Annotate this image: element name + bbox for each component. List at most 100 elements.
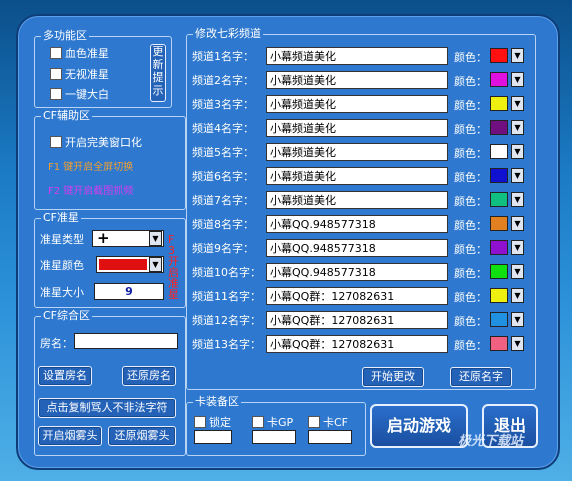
checkbox-box[interactable] <box>50 136 62 148</box>
channel-color-swatch[interactable] <box>490 72 508 87</box>
checkbox-box[interactable] <box>194 416 206 428</box>
channel-color-swatch[interactable] <box>490 96 508 111</box>
checkbox-label: 无视准星 <box>65 68 109 81</box>
channel-name-input[interactable]: 小幕频道美化 <box>266 47 448 65</box>
ignore-crosshair-checkbox[interactable]: 无视准星 <box>50 66 109 82</box>
crosshair-color-label: 准星颜色 <box>40 259 84 272</box>
room-name-input[interactable] <box>74 333 178 349</box>
channel-color-swatch[interactable] <box>490 240 508 255</box>
crosshair-color-swatch <box>99 259 147 270</box>
channel-color-label: 颜色： <box>454 171 487 184</box>
channel-color-swatch[interactable] <box>490 48 508 63</box>
chevron-down-icon[interactable]: ▼ <box>511 192 524 207</box>
chevron-down-icon[interactable]: ▼ <box>511 240 524 255</box>
crosshair-size-value: 9 <box>125 285 133 298</box>
checkbox-label: 一键大白 <box>65 88 109 101</box>
channel-color-label: 颜色： <box>454 339 487 352</box>
channel-name-input[interactable]: 小幕频道美化 <box>266 143 448 161</box>
one-key-white-checkbox[interactable]: 一键大白 <box>50 86 109 102</box>
channel-name-input[interactable]: 小幕频道美化 <box>266 167 448 185</box>
channel-row: 频道7名字： 小幕频道美化 <box>192 190 448 210</box>
channel-row: 频道9名字： 小幕QQ.948577318 <box>192 238 448 258</box>
chevron-down-icon[interactable]: ▼ <box>511 96 524 111</box>
checkbox-box[interactable] <box>50 88 62 100</box>
channel-name-input[interactable]: 小幕QQ.948577318 <box>266 215 448 233</box>
chevron-down-icon[interactable]: ▼ <box>511 48 524 63</box>
fog-off-button[interactable]: 还原烟雾头 <box>108 426 176 446</box>
f3-crosshair-hint: F3开启准星 <box>168 233 179 301</box>
channel-color-label: 颜色： <box>454 51 487 64</box>
channel-color-label: 颜色： <box>454 147 487 160</box>
start-change-button[interactable]: 开始更改 <box>362 367 424 387</box>
channel-color-swatch[interactable] <box>490 144 508 159</box>
channel-row: 频道3名字： 小幕频道美化 <box>192 94 448 114</box>
update-prompt-button[interactable]: 更新提示 <box>150 44 166 102</box>
channel-name-input[interactable]: 小幕QQ群：127082631 <box>266 335 448 353</box>
chevron-down-icon[interactable]: ▼ <box>511 144 524 159</box>
channel-color-swatch[interactable] <box>490 264 508 279</box>
chevron-down-icon[interactable]: ▼ <box>511 264 524 279</box>
chevron-down-icon[interactable]: ▼ <box>511 336 524 351</box>
chevron-down-icon[interactable]: ▼ <box>149 257 162 272</box>
checkbox-label: 血色准星 <box>65 47 109 60</box>
channel-color-swatch[interactable] <box>490 336 508 351</box>
channel-name-input[interactable]: 小幕QQ.948577318 <box>266 239 448 257</box>
channel-color-swatch[interactable] <box>490 168 508 183</box>
copy-chars-button[interactable]: 点击复制骂人不非法字符 <box>38 398 176 418</box>
set-room-button[interactable]: 设置房名 <box>38 366 92 386</box>
bloody-crosshair-checkbox[interactable]: 血色准星 <box>50 45 109 61</box>
channel-color-swatch[interactable] <box>490 192 508 207</box>
restore-room-button[interactable]: 还原房名 <box>122 366 176 386</box>
channel-row: 频道1名字： 小幕频道美化 <box>192 46 448 66</box>
channel-name-label: 频道6名字： <box>192 170 254 183</box>
chevron-down-icon[interactable]: ▼ <box>149 231 162 246</box>
restore-names-button[interactable]: 还原名字 <box>450 367 512 387</box>
fog-on-button[interactable]: 开启烟雾头 <box>38 426 102 446</box>
f1-hint: F1 键开启全屏切换 <box>48 162 134 173</box>
channel-name-label: 频道4名字： <box>192 122 254 135</box>
equip-title: 卡装备区 <box>193 395 241 409</box>
channel-name-label: 频道10名字： <box>192 266 261 279</box>
perfect-window-checkbox[interactable]: 开启完美窗口化 <box>50 134 142 150</box>
card-cf-checkbox[interactable]: 卡CF <box>308 414 348 430</box>
multi-function-title: 多功能区 <box>41 29 89 43</box>
checkbox-box[interactable] <box>252 416 264 428</box>
chevron-down-icon[interactable]: ▼ <box>511 216 524 231</box>
channel-name-input[interactable]: 小幕频道美化 <box>266 191 448 209</box>
channel-color-swatch[interactable] <box>490 312 508 327</box>
channel-color-swatch[interactable] <box>490 120 508 135</box>
checkbox-box[interactable] <box>50 47 62 59</box>
card-gp-input[interactable] <box>252 430 296 444</box>
chevron-down-icon[interactable]: ▼ <box>511 72 524 87</box>
channel-name-label: 频道8名字： <box>192 218 254 231</box>
checkbox-label: 锁定 <box>209 416 231 429</box>
channel-color-swatch[interactable] <box>490 288 508 303</box>
checkbox-label: 卡GP <box>267 416 294 429</box>
chevron-down-icon[interactable]: ▼ <box>511 120 524 135</box>
start-game-button[interactable]: 启动游戏 <box>370 404 468 448</box>
lock-input[interactable] <box>194 430 232 444</box>
channel-name-label: 频道9名字： <box>192 242 254 255</box>
channel-name-input[interactable]: 小幕频道美化 <box>266 119 448 137</box>
channel-color-label: 颜色： <box>454 75 487 88</box>
channel-name-input[interactable]: 小幕频道美化 <box>266 71 448 89</box>
channel-name-label: 频道13名字： <box>192 338 261 351</box>
chevron-down-icon[interactable]: ▼ <box>511 168 524 183</box>
channel-color-swatch[interactable] <box>490 216 508 231</box>
channel-title: 修改七彩频道 <box>193 27 263 41</box>
channel-name-input[interactable]: 小幕QQ群：127082631 <box>266 311 448 329</box>
card-cf-input[interactable] <box>308 430 352 444</box>
channel-name-input[interactable]: 小幕QQ群：127082631 <box>266 287 448 305</box>
chevron-down-icon[interactable]: ▼ <box>511 312 524 327</box>
channel-name-input[interactable]: 小幕频道美化 <box>266 95 448 113</box>
checkbox-label: 卡CF <box>323 416 349 429</box>
checkbox-box[interactable] <box>308 416 320 428</box>
channel-name-input[interactable]: 小幕QQ.948577318 <box>266 263 448 281</box>
crosshair-size-input[interactable]: 9 <box>94 283 164 300</box>
checkbox-box[interactable] <box>50 68 62 80</box>
channel-name-label: 频道12名字： <box>192 314 261 327</box>
watermark-text: 极光下载站 <box>458 434 524 449</box>
lock-checkbox[interactable]: 锁定 <box>194 414 231 430</box>
chevron-down-icon[interactable]: ▼ <box>511 288 524 303</box>
card-gp-checkbox[interactable]: 卡GP <box>252 414 293 430</box>
